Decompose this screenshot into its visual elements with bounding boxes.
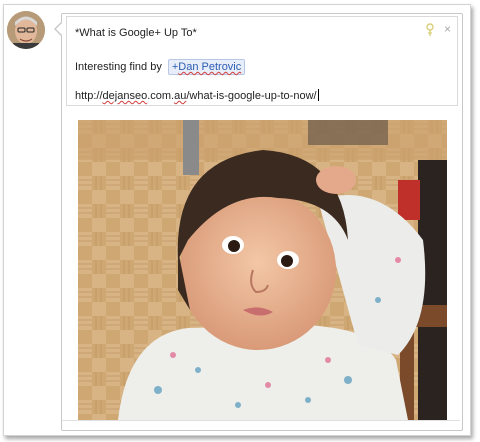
interesting-prefix: Interesting find by [75,61,162,73]
text-caret [317,89,319,101]
card-divider [62,420,460,421]
url-prefix: http:// [75,90,103,102]
interesting-line: Interesting find by +Dan Petrovic [75,59,246,75]
url-au: au [174,90,187,102]
avatar[interactable] [7,11,45,49]
baby-photo [78,120,447,420]
pin-icon[interactable] [425,23,435,37]
mention-name: Dan Petrovic [178,61,242,73]
url-rest: .com. [147,90,175,102]
link-preview-photo [78,120,447,420]
close-icon[interactable]: × [444,23,451,35]
avatar-image [7,11,45,49]
post-title[interactable]: *What is Google+ Up To* [75,27,197,39]
mention-chip[interactable]: +Dan Petrovic [167,59,246,75]
post-composer[interactable]: *What is Google+ Up To* Interesting find… [66,16,458,106]
url-spelled: dejanseo [102,90,148,102]
link-text[interactable]: http://dejanseo.com.au/what-is-google-up… [75,89,319,102]
card-tail-inner [56,23,62,35]
url-path: /what-is-google-up-to-now/ [186,90,317,102]
